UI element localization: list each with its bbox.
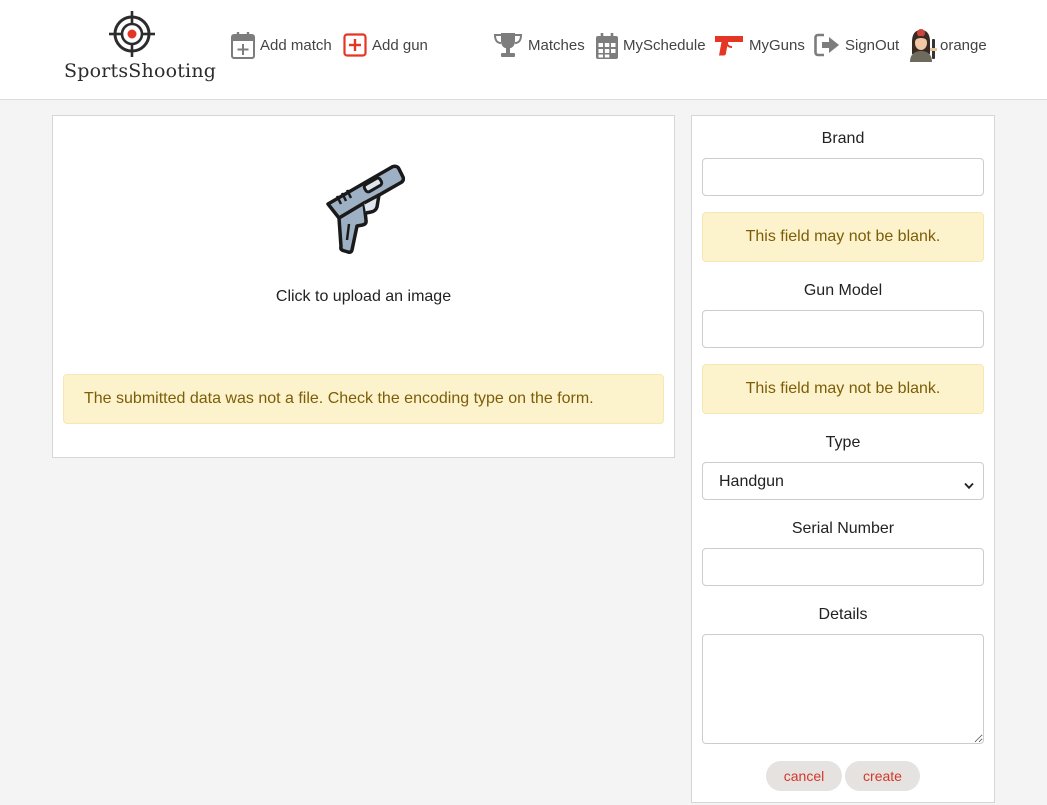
gun-model-label: Gun Model [803, 282, 883, 299]
brand-label: Brand [821, 130, 865, 147]
avatar [910, 29, 937, 62]
nav-add-gun-label: Add gun [372, 36, 428, 54]
brand-error-alert: This field may not be blank. [702, 212, 984, 262]
nav-my-guns[interactable]: MyGuns [714, 30, 805, 60]
gun-model-input[interactable] [702, 310, 984, 348]
nav-add-gun[interactable]: Add gun [343, 30, 428, 60]
image-upload-dropzone[interactable]: Click to upload an image [53, 116, 674, 356]
nav-my-schedule[interactable]: MySchedule [596, 30, 706, 60]
calendar-icon [596, 32, 618, 59]
upload-error-alert: The submitted data was not a file. Check… [63, 374, 664, 424]
cancel-button[interactable]: cancel [766, 761, 842, 791]
nav-my-schedule-label: MySchedule [623, 36, 706, 54]
nav-sign-out-label: SignOut [845, 36, 900, 54]
navbar: SportsShooting Add match Add gun Matches… [0, 0, 1047, 100]
create-button[interactable]: create [845, 761, 920, 791]
nav-matches[interactable]: Matches [493, 30, 585, 60]
nav-sign-out[interactable]: SignOut [814, 30, 899, 60]
image-upload-card: Click to upload an image The submitted d… [52, 115, 675, 458]
sign-out-icon [814, 33, 839, 57]
gun-form-card: Brand This field may not be blank. Gun M… [691, 115, 995, 803]
type-label: Type [825, 434, 861, 451]
brand-name: SportsShooting [64, 60, 217, 82]
nav-user-profile[interactable]: orange [906, 29, 987, 62]
serial-number-label: Serial Number [791, 520, 895, 537]
gun-icon [715, 36, 743, 56]
home-logo-link[interactable]: SportsShooting [64, 10, 217, 88]
target-logo-icon [109, 11, 155, 57]
details-label: Details [818, 606, 868, 623]
details-textarea[interactable] [702, 634, 984, 744]
nav-username: orange [940, 36, 987, 54]
handgun-placeholder-icon [326, 164, 405, 254]
nav-add-match-label: Add match [260, 36, 332, 54]
trophy-icon [493, 33, 523, 57]
brand-input[interactable] [702, 158, 984, 196]
calendar-plus-icon [231, 32, 255, 59]
type-select[interactable]: Handgun [702, 462, 984, 500]
nav-my-guns-label: MyGuns [749, 36, 805, 54]
serial-number-input[interactable] [702, 548, 984, 586]
upload-prompt: Click to upload an image [275, 288, 452, 305]
plus-square-icon [343, 33, 367, 57]
nav-matches-label: Matches [528, 36, 585, 54]
gun-model-error-alert: This field may not be blank. [702, 364, 984, 414]
nav-add-match[interactable]: Add match [231, 30, 332, 60]
